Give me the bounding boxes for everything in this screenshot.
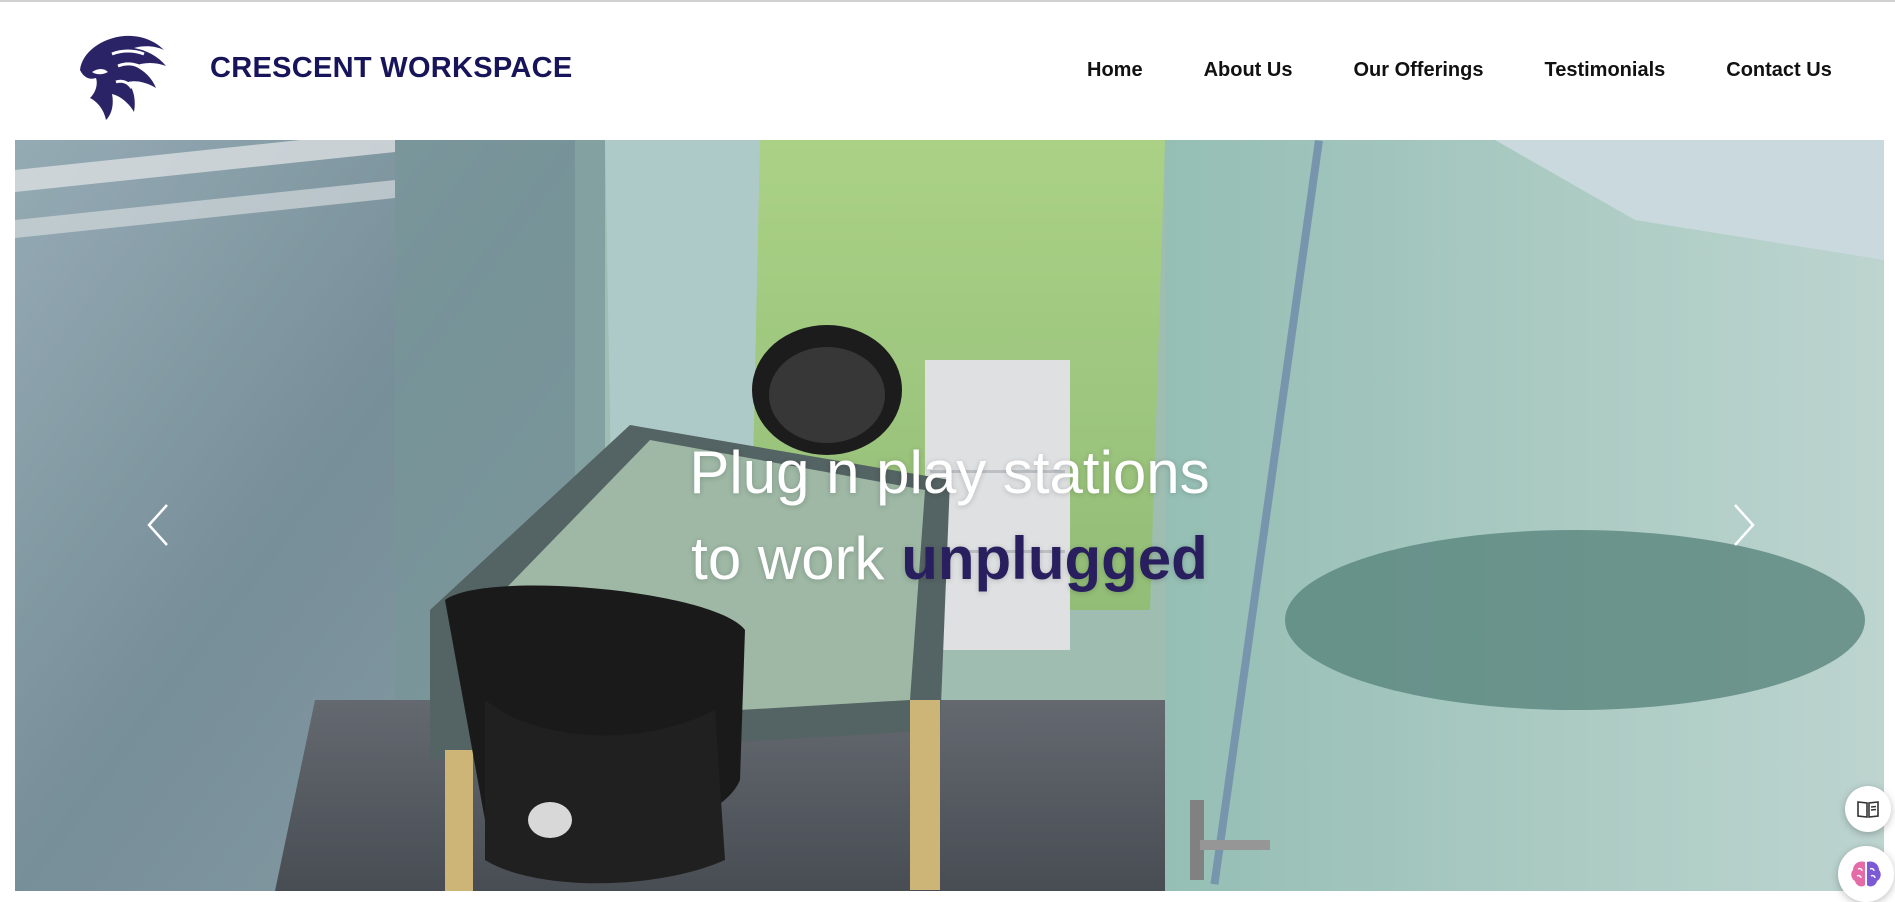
hero-carousel: Plug n play stations to work unplugged [15,140,1884,891]
hero-line-2: to work unplugged [15,516,1884,602]
chevron-left-icon[interactable] [139,495,179,555]
hero-line-2-prefix: to work [691,525,902,592]
nav-testimonials[interactable]: Testimonials [1544,59,1665,82]
site-header: CRESCENT WORKSPACE Home About Us Our Off… [0,2,1895,140]
hero-headline: Plug n play stations to work unplugged [15,430,1884,602]
open-book-icon[interactable] [1845,786,1891,832]
nav-contact-us[interactable]: Contact Us [1726,59,1832,82]
hero-line-1: Plug n play stations [689,439,1210,506]
brand-name[interactable]: CRESCENT WORKSPACE [210,52,573,85]
main-nav: Home About Us Our Offerings Testimonials… [1087,59,1832,82]
brain-icon[interactable] [1838,846,1894,902]
nav-our-offerings[interactable]: Our Offerings [1353,59,1483,82]
lion-head-icon[interactable] [72,32,176,122]
nav-home[interactable]: Home [1087,59,1143,82]
chevron-right-icon[interactable] [1723,495,1763,555]
hero-emphasis: unplugged [901,525,1208,592]
nav-about-us[interactable]: About Us [1204,59,1293,82]
